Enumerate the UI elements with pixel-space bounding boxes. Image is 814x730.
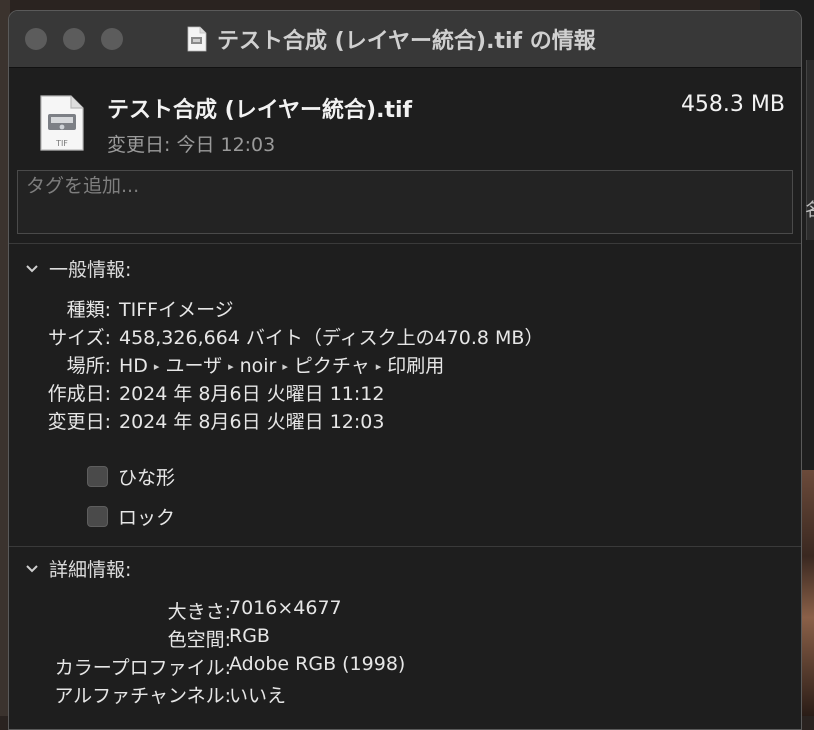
path-segment[interactable]: ピクチャ [294, 355, 370, 377]
created-value: 2024 年 8月6日 火曜日 11:12 [119, 383, 385, 405]
where-path[interactable]: HD ▸ ユーザ ▸ noir ▸ ピクチャ ▸ 印刷用 [119, 351, 444, 378]
tags-input[interactable] [18, 171, 792, 201]
color-profile-label: カラープロファイル: [54, 657, 231, 679]
path-segment[interactable]: noir [240, 355, 277, 377]
dimensions-label: 大きさ: [167, 601, 231, 623]
modified-date-summary: 変更日: 今日 12:03 [107, 134, 276, 156]
size-label: サイズ: [48, 327, 111, 349]
zoom-button[interactable] [101, 28, 123, 50]
window-title: テスト合成 (レイヤー統合).tif の情報 [217, 29, 596, 54]
color-space-label: 色空間: [167, 629, 231, 651]
modified-value: 2024 年 8月6日 火曜日 12:03 [119, 411, 385, 433]
divider [9, 546, 801, 547]
kind-label: 種類: [66, 299, 111, 321]
locked-checkbox[interactable] [87, 506, 108, 527]
general-section-toggle[interactable]: 一般情報: [25, 255, 131, 282]
chevron-down-icon [26, 564, 38, 572]
path-segment[interactable]: HD [119, 355, 148, 377]
divider [9, 243, 801, 244]
size-value: 458,326,664 バイト（ディスク上の470.8 MB） [119, 327, 544, 349]
path-arrow-icon: ▸ [375, 360, 382, 373]
background-photo [800, 470, 814, 716]
general-section-heading: 一般情報: [49, 259, 132, 281]
details-section-heading: 詳細情報: [49, 559, 132, 581]
dimensions-value: 7016×4677 [229, 597, 342, 619]
file-header: TIF テスト合成 (レイヤー統合).tif 458.3 MB 変更日: 今日 … [9, 68, 801, 180]
details-section-toggle[interactable]: 詳細情報: [25, 555, 131, 582]
alpha-channel-value: いいえ [229, 685, 287, 707]
close-button[interactable] [25, 28, 47, 50]
info-window: テスト合成 (レイヤー統合).tif の情報 TIF テスト合成 (レイヤー統合… [8, 10, 802, 730]
kind-value: TIFFイメージ [119, 299, 234, 321]
color-profile-value: Adobe RGB (1998) [229, 653, 406, 675]
file-icon-label: TIF [55, 139, 68, 148]
alpha-channel-label: アルファチャンネル: [54, 685, 231, 707]
stationery-label: ひな形 [118, 467, 176, 489]
path-arrow-icon: ▸ [228, 360, 234, 373]
stationery-option[interactable]: ひな形 [87, 463, 175, 490]
file-size: 458.3 MB [680, 92, 785, 117]
tags-field[interactable] [17, 170, 793, 234]
locked-option[interactable]: ロック [87, 503, 175, 530]
path-arrow-icon: ▸ [153, 360, 160, 373]
stationery-checkbox[interactable] [87, 466, 108, 487]
path-segment[interactable]: 印刷用 [387, 355, 444, 377]
file-name: テスト合成 (レイヤー統合).tif [107, 98, 413, 123]
background-window-text: 名 [805, 196, 814, 222]
where-label: 場所: [66, 355, 111, 377]
color-space-value: RGB [229, 625, 270, 647]
created-label: 作成日: [47, 383, 111, 405]
minimize-button[interactable] [63, 28, 85, 50]
path-arrow-icon: ▸ [282, 360, 288, 373]
locked-label: ロック [118, 507, 176, 529]
tif-file-icon [187, 26, 207, 52]
title-bar[interactable]: テスト合成 (レイヤー統合).tif の情報 [9, 11, 801, 68]
modified-label: 変更日: [47, 411, 111, 433]
chevron-down-icon [26, 264, 38, 272]
tif-file-icon: TIF [40, 95, 84, 151]
path-segment[interactable]: ユーザ [165, 355, 222, 377]
